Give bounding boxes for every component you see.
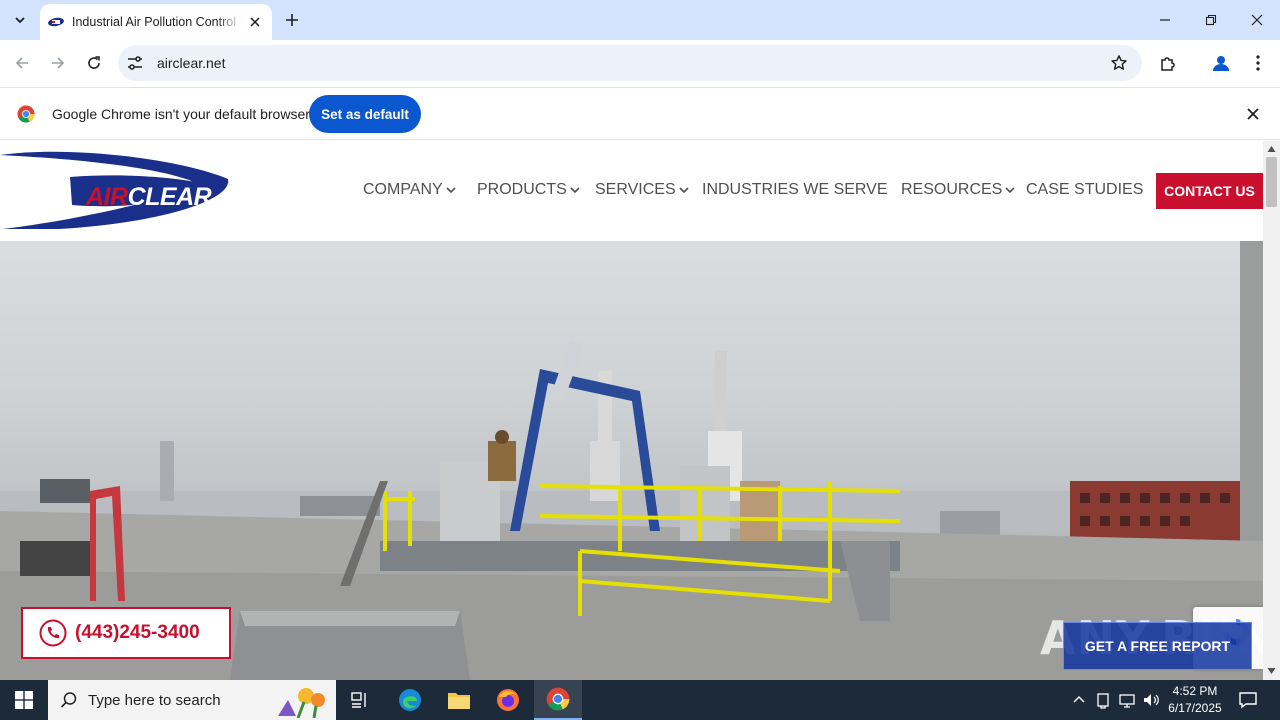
back-button[interactable] — [8, 49, 36, 77]
close-icon[interactable] — [1244, 105, 1262, 123]
taskbar-firefox[interactable] — [484, 680, 532, 720]
tab-close-button[interactable] — [246, 13, 264, 31]
device-icon[interactable] — [1094, 691, 1112, 709]
flowers-decoration-icon — [278, 688, 325, 718]
tab-strip: Industrial Air Pollution Control S — [0, 0, 1280, 40]
taskbar-file-explorer[interactable] — [435, 680, 483, 720]
nav-resources-label: RESOURCES — [901, 181, 1003, 198]
puzzle-icon — [1161, 57, 1175, 71]
task-view-icon — [351, 692, 366, 708]
menu-button[interactable] — [1244, 49, 1272, 77]
nav-resources[interactable]: RESOURCES — [901, 181, 1016, 199]
chevron-down-icon — [679, 187, 689, 194]
taskbar-edge[interactable] — [386, 680, 434, 720]
edge-icon — [399, 689, 421, 711]
profile-button[interactable] — [1207, 49, 1235, 77]
notifications-icon[interactable] — [1238, 690, 1258, 710]
star-icon[interactable] — [1110, 54, 1128, 72]
chevron-down-icon — [570, 187, 580, 194]
windows-logo-icon — [15, 691, 33, 709]
taskbar-clock[interactable]: 4:52 PM 6/17/2025 — [1162, 683, 1228, 717]
tab-title: Industrial Air Pollution Control S — [72, 15, 242, 29]
firefox-icon — [497, 689, 519, 711]
taskbar-search-placeholder: Type here to search — [88, 692, 221, 709]
page-scrollbar[interactable] — [1263, 141, 1280, 680]
minimize-icon — [1160, 19, 1170, 21]
scrollbar-thumb[interactable] — [1266, 157, 1277, 207]
nav-products-label: PRODUCTS — [477, 181, 567, 198]
get-free-report-button[interactable]: GET A FREE REPORT — [1063, 622, 1252, 670]
phone-number: (443)245-3400 — [75, 622, 200, 643]
favicon-icon — [48, 17, 64, 27]
start-button[interactable] — [0, 680, 48, 720]
nav-services[interactable]: SERVICES — [595, 181, 690, 199]
clock-date: 6/17/2025 — [1168, 701, 1222, 715]
nav-case-studies[interactable]: CASE STUDIES — [1026, 181, 1143, 199]
chevron-down-icon — [15, 17, 25, 24]
nav-company-label: COMPANY — [363, 181, 443, 198]
extensions-button[interactable] — [1154, 49, 1182, 77]
arrow-right-icon — [52, 57, 65, 69]
windows-taskbar: Type here to search 4:52 PM 6/17/2025 — [0, 680, 1280, 720]
nav-services-label: SERVICES — [595, 181, 676, 198]
search-icon — [60, 692, 77, 708]
show-hidden-icons-icon[interactable] — [1070, 691, 1088, 709]
profile-icon — [1213, 56, 1229, 71]
clock-time: 4:52 PM — [1172, 684, 1218, 698]
restore-icon — [1205, 14, 1217, 26]
close-window-button[interactable] — [1234, 0, 1280, 40]
tab-search-button[interactable] — [6, 7, 34, 33]
close-icon — [250, 17, 260, 27]
forward-button[interactable] — [44, 49, 72, 77]
close-icon — [1251, 14, 1263, 26]
new-tab-button[interactable] — [280, 8, 304, 32]
chrome-icon — [546, 687, 570, 711]
plus-icon — [286, 14, 298, 26]
reload-button[interactable] — [80, 49, 108, 77]
logo-air-text: AIR — [86, 183, 128, 211]
infobar-message: Google Chrome isn't your default browser — [52, 106, 310, 122]
site-header: AIRCLEAR COMPANY PRODUCTS SERVICES INDUS… — [0, 141, 1263, 241]
browser-tab[interactable]: Industrial Air Pollution Control S — [40, 4, 272, 40]
task-view-button[interactable] — [336, 680, 384, 720]
contact-us-button[interactable]: CONTACT US — [1156, 173, 1263, 209]
network-icon[interactable] — [1118, 691, 1136, 709]
web-page: AIRCLEAR COMPANY PRODUCTS SERVICES INDUS… — [0, 141, 1263, 680]
nav-industries-label: INDUSTRIES WE SERVE — [702, 181, 888, 198]
phone-button[interactable]: (443)245-3400 — [21, 607, 231, 659]
set-as-default-button[interactable]: Set as default — [309, 95, 421, 133]
chevron-down-icon — [446, 187, 456, 194]
phone-icon — [39, 619, 67, 647]
reload-icon — [88, 56, 100, 69]
taskbar-chrome[interactable] — [534, 680, 582, 720]
address-bar[interactable]: airclear.net — [118, 45, 1142, 81]
chrome-logo-icon — [17, 105, 35, 123]
folder-icon — [448, 693, 470, 709]
restore-button[interactable] — [1188, 0, 1234, 40]
logo-clear-text: CLEAR — [127, 183, 212, 211]
default-browser-infobar: Google Chrome isn't your default browser… — [0, 87, 1280, 140]
volume-icon[interactable] — [1142, 691, 1160, 709]
airclear-logo[interactable]: AIRCLEAR — [0, 149, 232, 229]
nav-company[interactable]: COMPANY — [363, 181, 457, 199]
nav-products[interactable]: PRODUCTS — [477, 181, 581, 199]
nav-industries[interactable]: INDUSTRIES WE SERVE — [702, 181, 888, 199]
logo-wordmark: AIRCLEAR — [86, 183, 212, 212]
arrow-left-icon — [15, 57, 28, 69]
scroll-up-icon[interactable] — [1267, 145, 1276, 153]
minimize-button[interactable] — [1142, 0, 1188, 40]
site-settings-icon[interactable] — [126, 54, 144, 72]
kebab-menu-icon — [1256, 55, 1260, 71]
nav-case-studies-label: CASE STUDIES — [1026, 181, 1144, 198]
chevron-down-icon — [1005, 187, 1015, 194]
url-text[interactable]: airclear.net — [157, 55, 225, 71]
taskbar-search-box[interactable]: Type here to search — [48, 680, 336, 720]
scroll-down-icon[interactable] — [1267, 667, 1276, 675]
